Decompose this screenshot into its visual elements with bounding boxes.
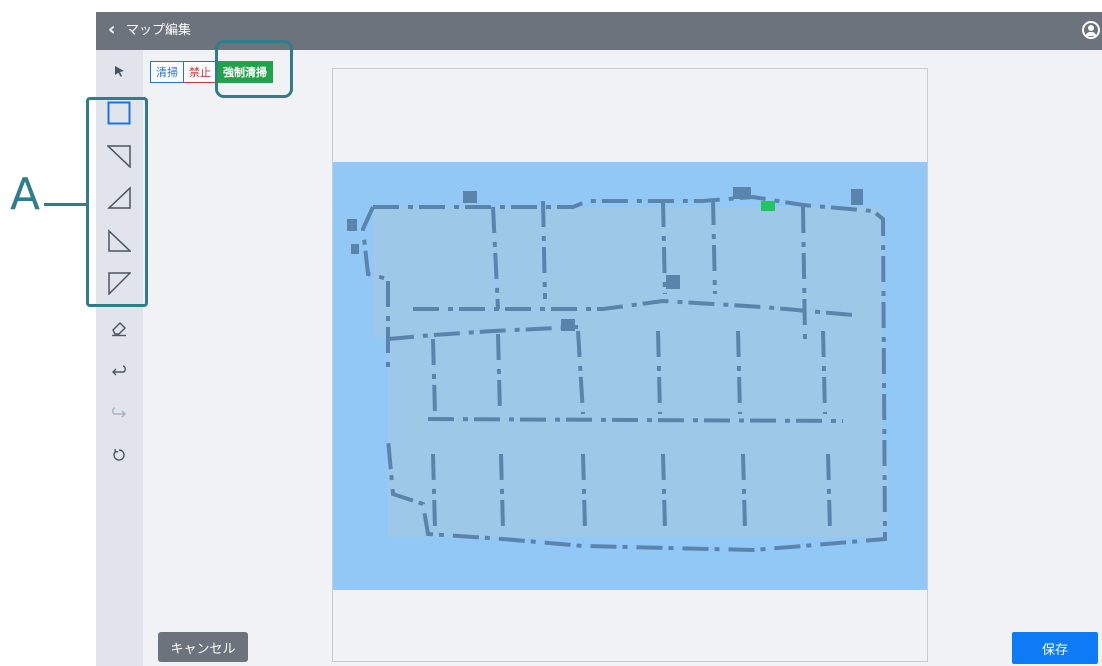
annotation-highlight-force-clean: [215, 40, 293, 98]
eraser-icon: [112, 322, 126, 337]
arrow-cursor-icon: [115, 66, 124, 77]
redo-tool[interactable]: [104, 397, 134, 427]
forbid-mode-button[interactable]: 禁止: [184, 61, 217, 83]
clean-mode-button[interactable]: 清掃: [150, 61, 184, 83]
redo-icon: [112, 407, 126, 418]
page-title: マップ編集: [126, 23, 192, 38]
charging-dock-marker: [761, 201, 775, 211]
floor-plan: [373, 207, 888, 537]
undo-icon: [112, 365, 126, 376]
eraser-tool[interactable]: [104, 313, 134, 343]
reset-icon: [113, 448, 125, 461]
user-circle-icon[interactable]: [1082, 21, 1100, 39]
select-tool[interactable]: [104, 56, 134, 86]
cancel-button[interactable]: キャンセル: [158, 632, 248, 662]
reset-tool[interactable]: [104, 440, 134, 470]
annotation-highlight-shape-tools: [86, 97, 148, 307]
map-drawing[interactable]: [333, 69, 927, 661]
back-icon[interactable]: ‹: [108, 20, 115, 40]
save-button[interactable]: 保存: [1012, 632, 1098, 664]
annotation-leader-line: [44, 203, 86, 206]
annotation-label: A: [10, 169, 41, 220]
map-editor-app: ‹ マップ編集 清掃 禁止 強制清掃 キャンセル 保存: [96, 12, 1102, 666]
map-canvas[interactable]: [332, 68, 928, 662]
undo-tool[interactable]: [104, 355, 134, 385]
